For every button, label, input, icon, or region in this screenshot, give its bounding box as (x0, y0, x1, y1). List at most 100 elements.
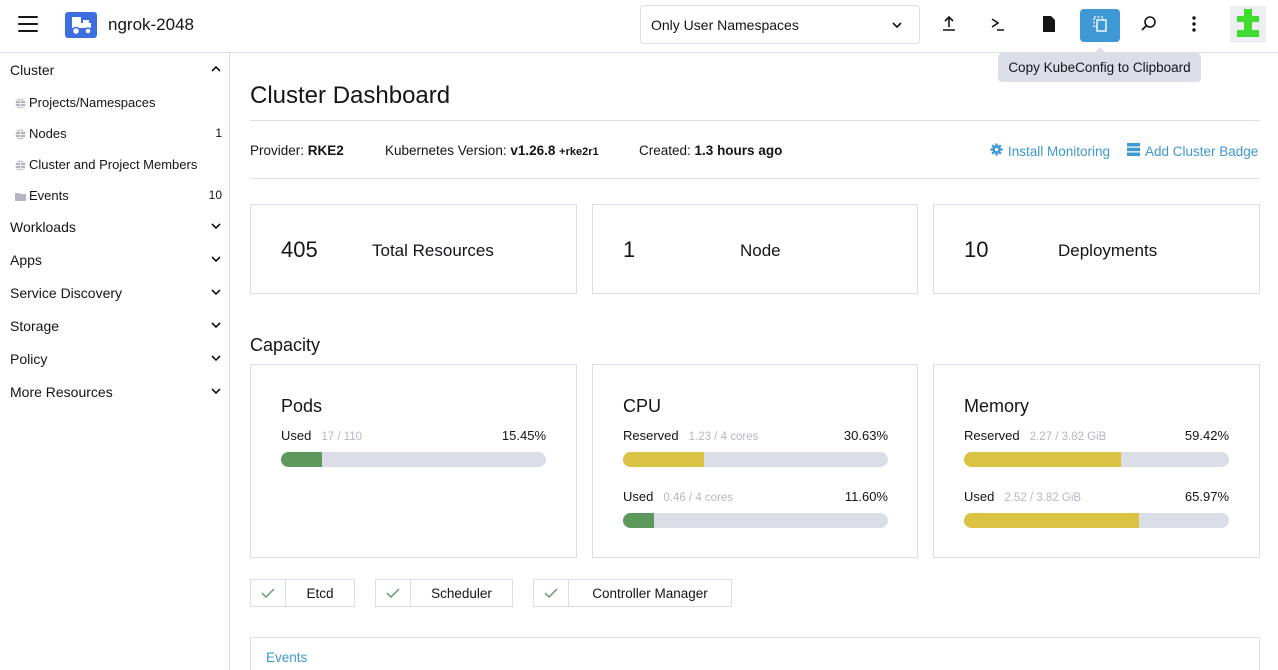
copy-kubeconfig-button[interactable] (1080, 9, 1120, 42)
namespace-filter-value: Only User Namespaces (651, 17, 799, 33)
checkmark-icon (534, 580, 569, 606)
user-avatar[interactable] (1230, 6, 1266, 43)
component-name: Scheduler (431, 585, 492, 601)
gauge-memory-used: Used 2.52 / 3.82 GiB 65.97% (964, 489, 1229, 528)
capacity-card-title: CPU (623, 396, 662, 416)
chevron-up-icon (210, 62, 222, 78)
install-monitoring-label: Install Monitoring (1008, 143, 1111, 159)
sidebar-group-policy[interactable]: Policy (10, 347, 222, 371)
component-status-etcd: Etcd (250, 579, 355, 607)
progress-bar (623, 513, 888, 528)
progress-bar-fill (964, 452, 1122, 467)
progress-bar-fill (964, 513, 1139, 528)
sidebar-item-events[interactable]: Events 10 (15, 184, 222, 206)
menu-icon[interactable] (18, 16, 38, 34)
count-label: Total Resources (372, 241, 494, 260)
copy-icon (1091, 15, 1109, 36)
sidebar-item-cluster-project-members[interactable]: Cluster and Project Members (15, 153, 222, 175)
install-monitoring-link[interactable]: Install Monitoring (990, 143, 1110, 159)
sidebar: Cluster Projects/Namespaces Nodes 1 Clus… (0, 53, 230, 670)
capacity-card-title: Pods (281, 396, 323, 416)
gauge-detail: 17 / 110 (321, 431, 363, 443)
sidebar-group-more-resources[interactable]: More Resources (10, 380, 222, 404)
chevron-down-icon (210, 285, 222, 301)
gear-icon (990, 143, 1008, 159)
file-icon (1041, 15, 1057, 36)
sidebar-group-label: Apps (10, 252, 42, 268)
gauge-percent: 11.60% (844, 489, 888, 504)
gauge-detail: 2.27 / 3.82 GiB (1029, 431, 1107, 443)
sidebar-item-count: 10 (208, 188, 222, 202)
sidebar-group-apps[interactable]: Apps (10, 248, 222, 272)
component-status-controller-manager: Controller Manager (533, 579, 732, 607)
count-card-nodes[interactable]: 1 Node (592, 204, 918, 294)
terminal-icon (989, 15, 1007, 36)
progress-bar-fill (623, 452, 705, 467)
sidebar-item-label: Events (29, 187, 69, 203)
sidebar-group-service-discovery[interactable]: Service Discovery (10, 281, 222, 305)
component-name: Etcd (306, 585, 334, 601)
sidebar-group-label: Policy (10, 351, 48, 367)
chevron-down-icon (891, 18, 903, 34)
more-vertical-icon (1191, 15, 1197, 36)
add-cluster-badge-link[interactable]: Add Cluster Badge (1127, 143, 1258, 159)
created-value: 1.3 hours ago (694, 143, 783, 158)
sidebar-item-projects-namespaces[interactable]: Projects/Namespaces (15, 91, 222, 113)
sidebar-group-storage[interactable]: Storage (10, 314, 222, 338)
globe-icon (15, 128, 26, 139)
cluster-logo-icon (65, 12, 97, 38)
sidebar-group-cluster[interactable]: Cluster (10, 58, 222, 82)
gauge-cpu-used: Used 0.46 / 4 cores 11.60% (623, 489, 888, 528)
import-yaml-button[interactable] (929, 9, 969, 42)
sidebar-item-nodes[interactable]: Nodes 1 (15, 122, 222, 144)
checkmark-icon (251, 580, 286, 606)
progress-bar-fill (623, 513, 654, 528)
namespace-filter-select[interactable]: Only User Namespaces (640, 5, 920, 44)
capacity-card-cpu: CPU Reserved 1.23 / 4 cores 30.63% Used … (592, 364, 918, 558)
count-card-deployments[interactable]: 10 Deployments (933, 204, 1260, 294)
gauge-label: Used (964, 489, 995, 504)
progress-bar (964, 513, 1229, 528)
progress-bar-fill (281, 452, 322, 467)
sidebar-group-label: Workloads (10, 219, 76, 235)
tab-events[interactable]: Events (266, 650, 307, 665)
capacity-title: Capacity (250, 335, 321, 355)
count-value: 405 (281, 237, 318, 262)
globe-icon (15, 97, 26, 108)
kubernetes-version-info: Kubernetes Version: v1.26.8 +rke2r1 (385, 143, 599, 158)
folder-icon (15, 190, 26, 201)
avatar-identicon-icon (1236, 9, 1260, 40)
more-actions-button[interactable] (1174, 9, 1214, 42)
upload-icon (940, 15, 958, 36)
sidebar-group-label: More Resources (10, 384, 113, 400)
download-kubeconfig-button[interactable] (1029, 9, 1069, 42)
gauge-pods-used: Used 17 / 110 15.45% (281, 428, 546, 467)
server-icon (1127, 143, 1145, 159)
add-cluster-badge-label: Add Cluster Badge (1145, 143, 1259, 159)
provider-label: Provider: (250, 143, 305, 158)
gauge-detail: 1.23 / 4 cores (688, 431, 759, 443)
gauge-label: Used (281, 428, 312, 443)
kubernetes-version-value: v1.26.8 (510, 143, 556, 158)
page-title: Cluster Dashboard (250, 82, 451, 109)
gauge-percent: 30.63% (843, 428, 888, 443)
sidebar-item-label: Projects/Namespaces (29, 94, 156, 110)
events-panel: Events (250, 637, 1260, 670)
divider (250, 178, 1260, 179)
chevron-down-icon (210, 252, 222, 268)
sidebar-group-workloads[interactable]: Workloads (10, 215, 222, 239)
chevron-down-icon (210, 384, 222, 400)
capacity-card-memory: Memory Reserved 2.27 / 3.82 GiB 59.42% U… (933, 364, 1260, 558)
count-card-total-resources[interactable]: 405 Total Resources (250, 204, 577, 294)
gauge-detail: 0.46 / 4 cores (663, 492, 734, 504)
resource-search-button[interactable] (1129, 9, 1169, 42)
tooltip: Copy KubeConfig to Clipboard (998, 47, 1201, 82)
kubectl-shell-button[interactable] (978, 9, 1018, 42)
sidebar-group-label: Cluster (10, 62, 55, 78)
count-value: 10 (964, 237, 989, 262)
kubernetes-version-label: Kubernetes Version: (385, 143, 507, 158)
count-label: Node (740, 241, 781, 260)
gauge-detail: 2.52 / 3.82 GiB (1004, 492, 1082, 504)
sidebar-item-label: Cluster and Project Members (29, 156, 198, 172)
cluster-name: ngrok-2048 (108, 15, 195, 34)
